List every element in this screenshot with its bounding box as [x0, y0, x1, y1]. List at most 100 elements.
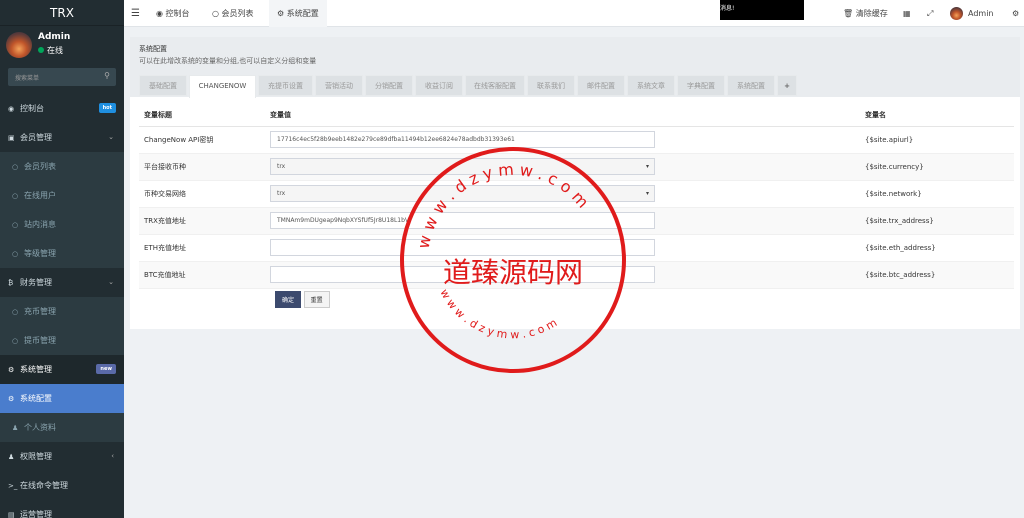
- sidebar-item-levels[interactable]: ○ 等级管理: [0, 239, 124, 268]
- field-var-name: {$site.apiurl}: [865, 126, 1014, 154]
- sidebar-item-label: 充币管理: [24, 307, 56, 316]
- btc-address-input[interactable]: [270, 266, 655, 283]
- sidebar-item-label: 会员列表: [24, 162, 56, 171]
- translate-icon[interactable]: ▦: [903, 0, 911, 27]
- table-row: TRX充值地址 TMNAm9mDUgeap9NqbXYSfUf5Jr8U18L1…: [139, 207, 1014, 235]
- apikey-input[interactable]: 17716c4ec5f28b9eeb1482e279ce89dfba11494b…: [270, 131, 655, 148]
- menu-toggle-icon[interactable]: ☰: [131, 0, 140, 27]
- sidebar-item-system[interactable]: ⚙ 系统管理 new: [0, 355, 124, 384]
- fullscreen-icon[interactable]: ⤢: [927, 0, 933, 27]
- user-name: Admin: [38, 32, 71, 42]
- tab-system[interactable]: 系统配置: [727, 75, 775, 96]
- user-menu-name: Admin: [968, 9, 994, 18]
- tab-distribution[interactable]: 分销配置: [365, 75, 413, 96]
- tab-mail[interactable]: 邮件配置: [577, 75, 625, 96]
- tab-basic[interactable]: 基础配置: [139, 75, 187, 96]
- sidebar-item-label: 会员管理: [20, 133, 52, 142]
- field-title: BTC充值地址: [139, 261, 270, 289]
- sidebar-item-site-messages[interactable]: ○ 站内消息: [0, 210, 124, 239]
- tab-marketing[interactable]: 营销活动: [315, 75, 363, 96]
- sidebar-item-profile[interactable]: ♟ 个人资料: [0, 413, 124, 442]
- trx-address-input[interactable]: TMNAm9mDUgeap9NqbXYSfUf5Jr8U18L1bV: [270, 212, 655, 229]
- circle-icon: ○: [12, 337, 19, 345]
- sidebar-item-members-list[interactable]: ○ 会员列表: [0, 152, 124, 181]
- user-status: 在线: [38, 45, 124, 56]
- network-select[interactable]: trx ▾: [270, 185, 655, 202]
- sidebar-item-finance[interactable]: ₿ 财务管理 ⌄: [0, 268, 124, 297]
- tab-customer-service[interactable]: 在线客服配置: [465, 75, 525, 96]
- field-var-name: {$site.trx_address}: [865, 207, 1014, 235]
- sidebar-item-members[interactable]: ▣ 会员管理 ⌄: [0, 123, 124, 152]
- sidebar-item-system-config[interactable]: ⚙ 系统配置: [0, 384, 124, 413]
- sidebar-item-deposit[interactable]: ○ 充币管理: [0, 297, 124, 326]
- sidebar-item-label: 权限管理: [20, 452, 52, 461]
- group-icon: ♟: [8, 453, 15, 461]
- tab-earnings[interactable]: 收益订阅: [415, 75, 463, 96]
- config-panel: 系统配置 可以在此增改系统的变量和分组,也可以自定义分组和变量 基础配置 CHA…: [130, 37, 1020, 329]
- gear-icon: ⚙: [277, 9, 285, 18]
- form-actions: 确定 重置: [275, 291, 330, 308]
- user-menu[interactable]: Admin: [950, 0, 994, 27]
- notice-banner: 消息!: [720, 0, 804, 20]
- sidebar-item-dashboard[interactable]: ◉ 控制台 hot: [0, 94, 124, 123]
- tab-dashboard[interactable]: ◉ 控制台: [156, 0, 190, 27]
- sidebar-item-online-users[interactable]: ○ 在线用户: [0, 181, 124, 210]
- circle-icon: ○: [12, 163, 19, 171]
- cogs-icon: ⚙: [8, 366, 15, 374]
- add-tab-button[interactable]: +: [777, 75, 797, 96]
- col-header-value: 变量值: [270, 104, 865, 127]
- avatar: [950, 7, 963, 20]
- top-navbar: ☰ ◉ 控制台 ○ 会员列表 ⚙ 系统配置 消息! 🗑 清除缓存 ▦ ⤢ Adm…: [124, 0, 1024, 27]
- eth-address-input[interactable]: [270, 239, 655, 256]
- clear-cache-button[interactable]: 🗑 清除缓存: [843, 0, 888, 27]
- new-badge: new: [96, 364, 116, 374]
- currency-select[interactable]: trx ▾: [270, 158, 655, 175]
- field-title: ETH充值地址: [139, 234, 270, 262]
- field-title: TRX充值地址: [139, 207, 270, 235]
- tab-dictionary[interactable]: 字典配置: [677, 75, 725, 96]
- sidebar-item-label: 等级管理: [24, 249, 56, 258]
- page-title: 系统配置: [139, 45, 167, 53]
- caret-down-icon: ▾: [645, 190, 649, 197]
- tab-label: 会员列表: [221, 9, 254, 18]
- sidebar-item-label: 在线命令管理: [20, 481, 68, 490]
- circle-icon: ○: [212, 9, 219, 18]
- search-icon[interactable]: ⚲: [104, 71, 110, 80]
- settings-gear-icon[interactable]: ⚙: [1012, 0, 1019, 27]
- tab-articles[interactable]: 系统文章: [627, 75, 675, 96]
- page-description: 可以在此增改系统的变量和分组,也可以自定义分组和变量: [139, 57, 317, 65]
- sidebar-item-online-cmd[interactable]: >_ 在线命令管理: [0, 471, 124, 500]
- sidebar-menu: ◉ 控制台 hot ▣ 会员管理 ⌄ ○ 会员列表 ○ 在线用户 ○ 站内消息 ○ 等级管理 ₿…: [0, 94, 124, 518]
- sidebar-item-label: 站内消息: [24, 220, 56, 229]
- tab-system-config[interactable]: ⚙ 系统配置: [269, 0, 327, 27]
- table-row: ETH充值地址 {$site.eth_address}: [139, 234, 1014, 262]
- tab-deposit-withdraw[interactable]: 充提币设置: [258, 75, 313, 96]
- tab-contact[interactable]: 联系我们: [527, 75, 575, 96]
- sidebar-item-label: 财务管理: [20, 278, 52, 287]
- clear-cache-label: 清除缓存: [855, 9, 888, 18]
- sidebar-item-withdraw[interactable]: ○ 提币管理: [0, 326, 124, 355]
- dashboard-icon: ◉: [156, 9, 163, 18]
- table-row: 币种交易网络 trx ▾ {$site.network}: [139, 180, 1014, 208]
- field-var-name: {$site.network}: [865, 180, 1014, 208]
- sidebar-item-permissions[interactable]: ♟ 权限管理 ‹: [0, 442, 124, 471]
- sidebar-item-label: 个人资料: [24, 423, 56, 432]
- tab-changenow[interactable]: CHANGENOW: [189, 75, 256, 98]
- hot-badge: hot: [98, 103, 116, 113]
- config-table: 变量标题 变量值 变量名 ChangeNow API密钥 17716c4ec5f…: [139, 104, 1014, 289]
- table-row: 平台接收币种 trx ▾ {$site.currency}: [139, 153, 1014, 181]
- tab-members-list[interactable]: ○ 会员列表: [212, 0, 254, 27]
- reset-button[interactable]: 重置: [303, 291, 330, 308]
- terminal-icon: >_: [8, 482, 18, 490]
- confirm-button[interactable]: 确定: [275, 291, 302, 308]
- field-title: 平台接收币种: [139, 153, 270, 181]
- user-status-text: 在线: [47, 46, 63, 55]
- notice-text: 消息!: [720, 5, 735, 12]
- gear-icon: ⚙: [8, 395, 15, 403]
- sidebar-item-operations[interactable]: ▤ 运营管理: [0, 500, 124, 518]
- sidebar-item-label: 系统配置: [20, 394, 52, 403]
- search-placeholder: 搜索菜单: [15, 75, 40, 82]
- chevron-left-icon: ‹: [111, 452, 114, 460]
- brand-logo[interactable]: TRX: [0, 0, 124, 26]
- sidebar-search[interactable]: 搜索菜单 ⚲: [8, 68, 116, 86]
